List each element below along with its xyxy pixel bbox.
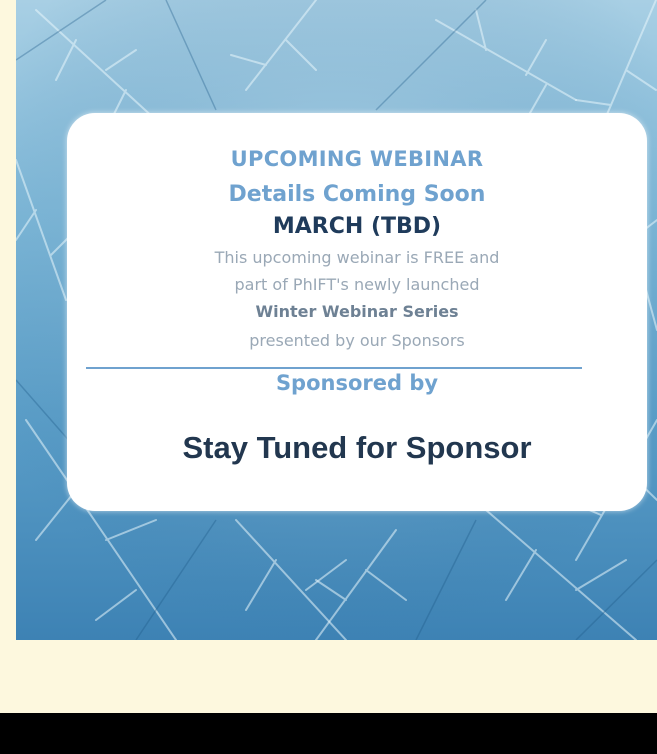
webinar-date: MARCH (TBD) bbox=[272, 214, 442, 239]
webinar-description-line: This upcoming webinar is FREE and bbox=[214, 248, 500, 267]
webinar-info-card: UPCOMING WEBINAR Details Coming Soon MAR… bbox=[67, 113, 647, 511]
sponsored-by-label: Sponsored by bbox=[275, 371, 439, 395]
webinar-flyer: UPCOMING WEBINAR Details Coming Soon MAR… bbox=[16, 0, 657, 640]
webinar-description-line: part of PhIFT's newly launched bbox=[234, 275, 480, 294]
webinar-description-line: presented by our Sponsors bbox=[249, 331, 465, 350]
sponsor-name: Stay Tuned for Sponsor bbox=[182, 430, 532, 465]
card-divider bbox=[86, 367, 582, 369]
bottom-system-bar bbox=[0, 713, 657, 754]
webinar-series-name: Winter Webinar Series bbox=[255, 302, 459, 321]
webinar-heading: UPCOMING WEBINAR bbox=[230, 147, 484, 171]
webinar-subheading: Details Coming Soon bbox=[228, 182, 486, 207]
